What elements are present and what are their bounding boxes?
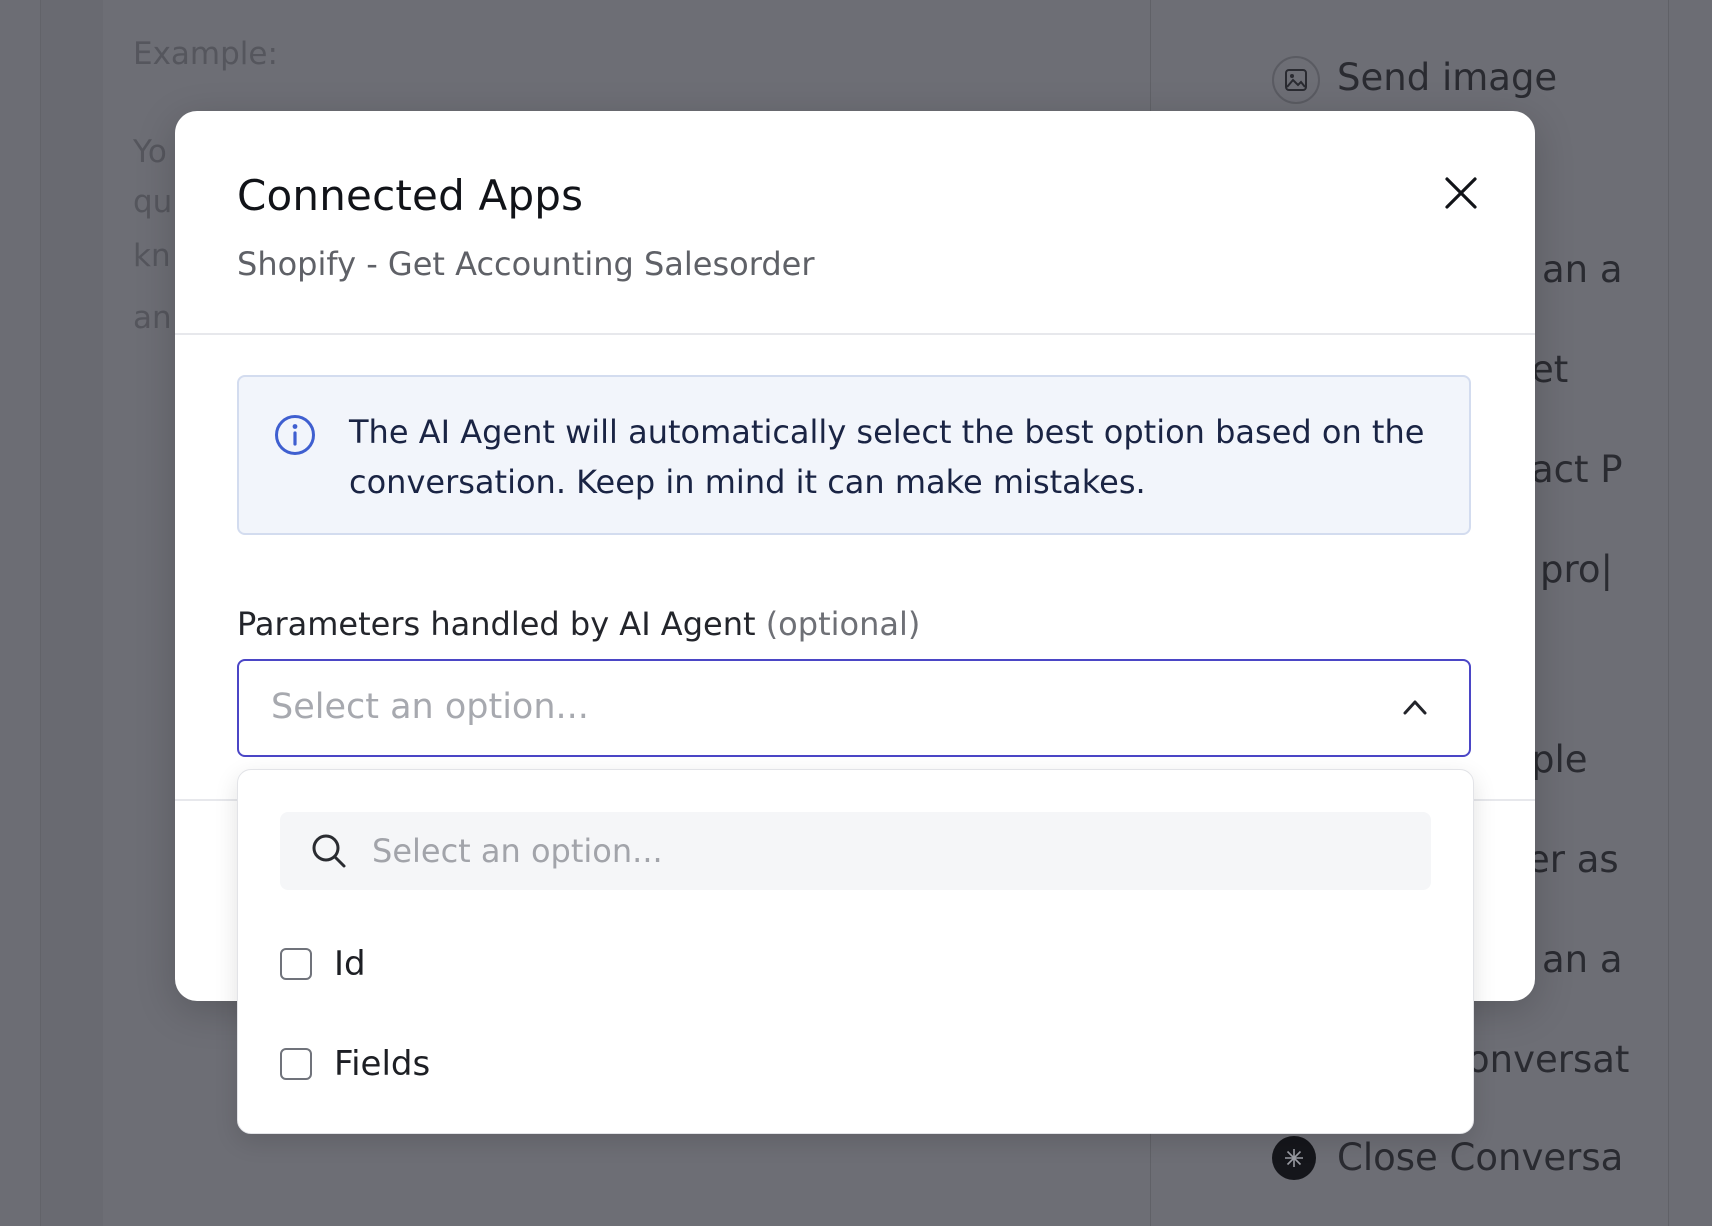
editor-fragment: kn [133, 238, 171, 274]
header-divider [175, 333, 1535, 335]
option-fields[interactable]: Fields [280, 1036, 1431, 1096]
option-label: Id [334, 944, 366, 984]
modal-title: Connected Apps [237, 171, 584, 220]
send-image-label: Send image [1337, 56, 1558, 99]
chevron-up-icon [1403, 700, 1427, 715]
search-placeholder: Select an option... [372, 832, 663, 870]
left-rail [40, 0, 105, 1226]
options-dropdown: Select an option... Id Fields [237, 769, 1474, 1134]
image-icon [1272, 56, 1320, 104]
search-icon [312, 834, 346, 868]
close-conversation-icon [1272, 1136, 1316, 1180]
option-label: Fields [334, 1044, 431, 1084]
parameters-select[interactable]: Select an option... [237, 659, 1471, 757]
action-fragment: onversat [1467, 1038, 1630, 1081]
field-label-text: Parameters handled by AI Agent [237, 605, 756, 643]
parameters-field-label: Parameters handled by AI Agent (optional… [237, 605, 920, 643]
select-placeholder: Select an option... [271, 687, 589, 727]
action-fragment: pro| [1540, 548, 1613, 591]
editor-fragment: qu [133, 184, 173, 220]
info-callout: The AI Agent will automatically select t… [237, 375, 1471, 535]
option-fields-checkbox[interactable] [280, 1048, 312, 1080]
editor-fragment: an [133, 300, 172, 336]
action-fragment: act P [1531, 448, 1623, 491]
close-conversation-label: Close Conversa [1337, 1136, 1624, 1179]
dropdown-search-input[interactable]: Select an option... [280, 812, 1431, 890]
option-id[interactable]: Id [280, 936, 1431, 996]
modal-subtitle: Shopify - Get Accounting Salesorder [237, 245, 815, 283]
example-label: Example: [133, 36, 278, 72]
info-text: The AI Agent will automatically select t… [349, 413, 1425, 501]
info-icon [275, 415, 315, 455]
optional-tag: (optional) [765, 605, 921, 643]
action-fragment: an a [1542, 248, 1623, 291]
close-button[interactable] [1439, 171, 1483, 215]
option-id-checkbox[interactable] [280, 948, 312, 980]
close-icon [1445, 177, 1477, 209]
action-fragment: an a [1542, 938, 1623, 981]
editor-fragment: Yo [133, 134, 167, 170]
action-fragment: et [1531, 348, 1569, 391]
action-fragment: ple [1531, 738, 1588, 781]
action-fragment: er as [1527, 838, 1619, 881]
